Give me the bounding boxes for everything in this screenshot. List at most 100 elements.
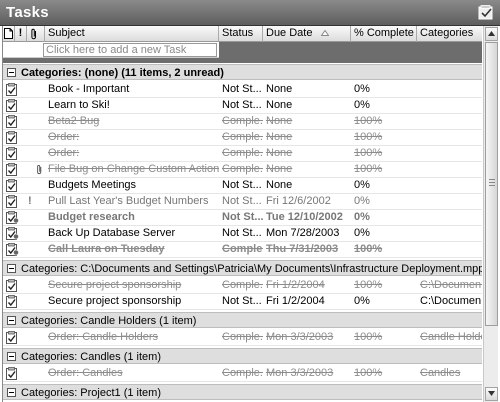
task-due-date: None: [266, 131, 293, 143]
task-row[interactable]: Beta2 Bug Comple...None 100%: [3, 114, 482, 130]
column-header-importance[interactable]: !: [15, 26, 27, 42]
new-task-input[interactable]: Click here to add a new Task: [43, 43, 217, 57]
page-icon: [4, 28, 13, 39]
collapse-group-button[interactable]: [7, 316, 16, 325]
task-row[interactable]: File Bug on Change Custom Action in ...C…: [3, 162, 482, 178]
column-header-attachment[interactable]: [27, 26, 45, 42]
task-status: Not St...: [222, 295, 262, 307]
task-status: Not St...: [222, 179, 262, 191]
task-icon: [6, 179, 17, 192]
task-row[interactable]: Call Laura on Tuesday Comple...Thu 7/31/2…: [3, 242, 482, 258]
task-categories: [417, 226, 482, 241]
task-categories: [417, 82, 482, 97]
group-header[interactable]: Categories: C:\Documents and Settings\Pa…: [3, 260, 482, 276]
task-row[interactable]: Learn to Ski! Not St... None 0%: [3, 98, 482, 114]
task-row[interactable]: Order: Comple...None 100%: [3, 146, 482, 162]
new-task-row: Click here to add a new Task: [3, 42, 482, 58]
assigned-task-icon: [6, 227, 19, 240]
task-due-date: Mon 7/28/2003: [266, 227, 340, 239]
scroll-down-button[interactable]: [485, 387, 498, 401]
task-percent-complete: 0%: [354, 99, 370, 111]
task-subject: Budgets Meetings: [48, 179, 137, 191]
group-header[interactable]: Categories: (none) (11 items, 2 unread): [3, 64, 482, 80]
task-categories: [417, 178, 482, 193]
task-row[interactable]: ! Pull Last Year's Budget Numbers Not St..…: [3, 194, 482, 210]
column-header-categories[interactable]: Categories: [417, 26, 482, 42]
task-row[interactable]: Book - Important Not St... None 0%: [3, 82, 482, 98]
task-icon-cell: [3, 294, 27, 309]
collapse-group-button[interactable]: [7, 264, 16, 273]
task-status: Not St...: [222, 83, 262, 95]
task-subject: Secure project sponsorship: [48, 295, 182, 307]
column-header-status[interactable]: Status: [219, 26, 263, 42]
new-task-row-filler: [219, 42, 482, 58]
task-percent-complete: 0%: [354, 211, 370, 223]
task-row[interactable]: Back Up Database Server Not St... Mon 7/28…: [3, 226, 482, 242]
attachment-cell: [36, 294, 45, 309]
task-percent-complete: 100%: [354, 147, 383, 159]
task-status: Not St...: [222, 227, 262, 239]
task-icon-cell: [3, 194, 27, 209]
task-row[interactable]: Order: Candles Comple...Mon 3/3/2003 100% C…: [3, 366, 482, 382]
attachment-cell: [36, 210, 45, 225]
task-row[interactable]: Budgets Meetings Not St... None 0%: [3, 178, 482, 194]
importance-indicator: [27, 130, 36, 145]
collapse-group-button[interactable]: [7, 352, 16, 361]
attachment-cell: [36, 194, 45, 209]
task-row[interactable]: Budget research Not St... Tue 12/10/2002 0%: [3, 210, 482, 226]
group-header[interactable]: Categories: Project1 (1 item): [3, 384, 482, 400]
task-row[interactable]: Secure project sponsorship Comple...Fri 1…: [3, 278, 482, 294]
group-header-label: Categories: Candles (1 item): [21, 351, 162, 363]
task-icon-cell: [3, 242, 27, 257]
task-percent-complete: 100%: [354, 331, 383, 343]
task-row[interactable]: Secure project sponsorship Not St... Fri 1…: [3, 294, 482, 310]
task-subject: File Bug on Change Custom Action in ...: [48, 163, 219, 175]
task-icon: [6, 195, 17, 208]
importance-indicator: [27, 294, 36, 309]
importance-indicator: [27, 178, 36, 193]
importance-indicator: [27, 146, 36, 161]
attachment-cell: [36, 162, 45, 177]
group-header[interactable]: Categories: Candle Holders (1 item): [3, 312, 482, 328]
task-percent-complete: 100%: [354, 367, 383, 379]
collapse-group-button[interactable]: [7, 68, 16, 77]
task-categories: [417, 242, 482, 257]
importance-indicator: [27, 162, 36, 177]
group-header-label: Categories: C:\Documents and Settings\Pa…: [21, 263, 482, 275]
scrollbar-thumb[interactable]: [485, 42, 498, 326]
task-status: Not St...: [222, 211, 263, 223]
column-header-due-date[interactable]: Due Date: [263, 26, 351, 42]
task-percent-complete: 0%: [354, 179, 370, 191]
task-list: ! Subject Status Due Date % Complete Cat…: [2, 26, 482, 402]
vertical-scrollbar[interactable]: [483, 26, 498, 402]
scrollbar-grip: [489, 179, 495, 186]
tasks-folder-icon: [478, 5, 494, 20]
attachment-cell: [36, 130, 45, 145]
task-percent-complete: 0%: [354, 295, 370, 307]
task-due-date: None: [266, 179, 293, 191]
importance-indicator: [27, 330, 36, 345]
group-header[interactable]: Categories: Candles (1 item): [3, 348, 482, 364]
task-categories: [417, 146, 482, 161]
task-due-date: Thu 7/31/2003: [266, 243, 339, 255]
column-header-percent-complete[interactable]: % Complete: [351, 26, 417, 42]
assigned-task-icon: [6, 211, 19, 224]
task-status: Comple...: [222, 331, 263, 343]
collapse-group-button[interactable]: [7, 388, 16, 397]
paperclip-icon: [37, 164, 42, 175]
task-status: Comple...: [222, 243, 263, 255]
task-row[interactable]: Order: Comple...None 100%: [3, 130, 482, 146]
task-icon: [6, 163, 17, 176]
attachment-cell: [36, 98, 45, 113]
task-subject: Order:: [48, 147, 80, 159]
attachment-cell: [36, 114, 45, 129]
task-row[interactable]: Order: Candle Holders Comple...Mon 3/3/20…: [3, 330, 482, 346]
column-header-icon[interactable]: [3, 26, 15, 42]
task-subject: Budget research: [48, 211, 135, 223]
arrow-down-icon: [488, 391, 495, 396]
column-header-subject[interactable]: Subject: [45, 26, 219, 42]
scroll-up-button[interactable]: [485, 27, 498, 41]
task-due-date: Mon 3/3/2003: [266, 331, 334, 343]
task-status: Comple...: [222, 131, 263, 143]
task-status: Not St...: [222, 99, 262, 111]
